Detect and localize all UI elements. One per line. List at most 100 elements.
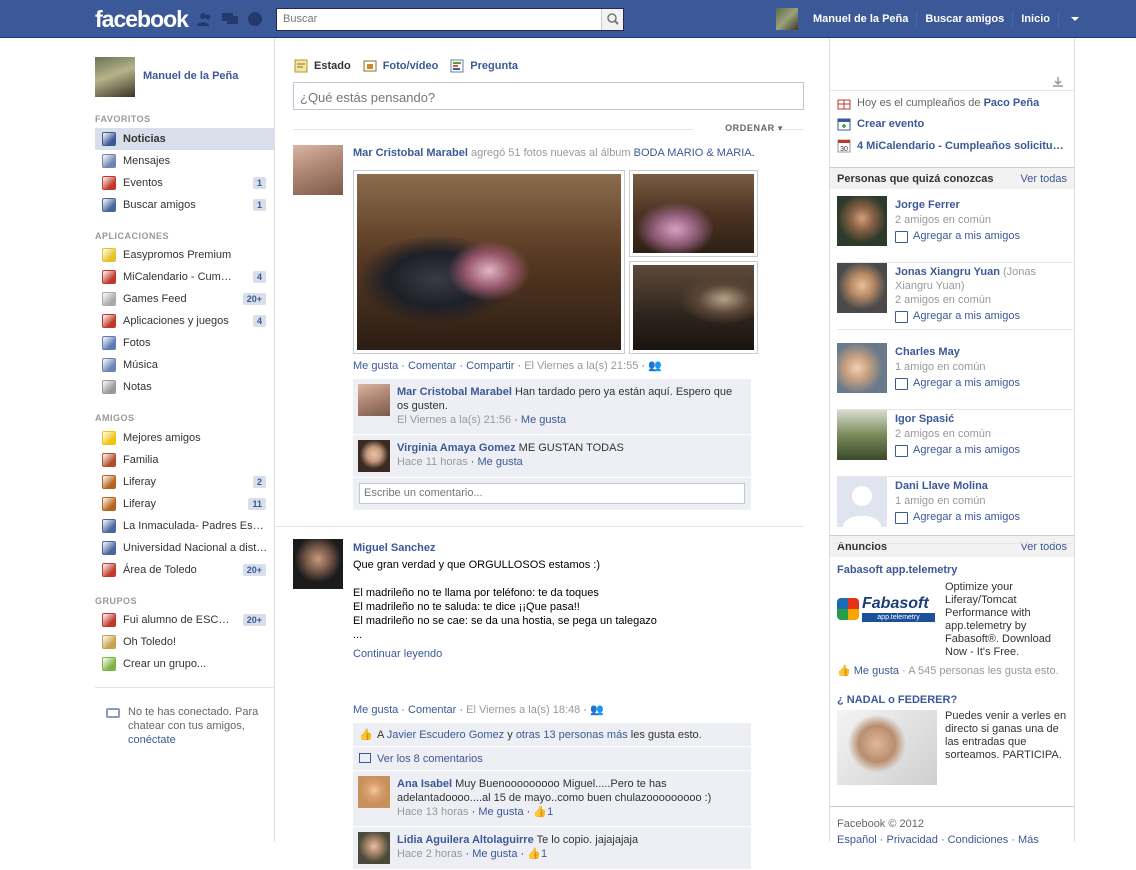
comment-link[interactable]: Comentar <box>408 704 456 716</box>
commenter-name[interactable]: Virginia Amaya Gomez <box>397 442 516 454</box>
person-name[interactable]: Jorge Ferrer <box>895 199 960 211</box>
profile-picture[interactable] <box>95 57 135 97</box>
album-photo-3[interactable] <box>629 261 758 354</box>
footer-links[interactable]: Español · Privacidad · Condiciones · Más <box>837 834 1073 846</box>
audience-friends-icon[interactable]: 👥 <box>648 360 662 372</box>
sidebar-item-favorite[interactable]: Mensajes <box>95 150 274 172</box>
add-friend-link[interactable]: Agregar a mis amigos <box>895 511 1020 524</box>
create-event-row[interactable]: Crear evento <box>837 116 1073 132</box>
status-input[interactable]: ¿Qué estás pensando? <box>293 82 804 110</box>
person-photo[interactable] <box>837 410 887 460</box>
add-friend-link[interactable]: Agregar a mis amigos <box>895 310 1020 323</box>
tab-photo-video[interactable]: Foto/vídeo <box>363 58 438 74</box>
share-link[interactable]: Compartir <box>466 360 514 372</box>
ad-image[interactable] <box>837 710 937 785</box>
account-menu-caret-icon[interactable] <box>1070 17 1079 21</box>
sidebar-item-friend-list[interactable]: Mejores amigos <box>95 427 274 449</box>
profile-name[interactable]: Manuel de la Peña <box>143 70 238 82</box>
ad-title[interactable]: Fabasoft app.telemetry <box>837 564 957 576</box>
view-comments-row[interactable]: Ver los 8 comentarios <box>353 747 751 771</box>
person-photo[interactable] <box>837 263 887 313</box>
calendar-link[interactable]: 4 MiCalendario - Cumpleaños solicitu… <box>857 140 1064 152</box>
birthday-person-link[interactable]: Paco Peña <box>984 97 1040 109</box>
sidebar-item-friend-list[interactable]: Familia <box>95 449 274 471</box>
sidebar-item-app[interactable]: MiCalendario - Cum… 4 <box>95 266 274 288</box>
sidebar-item-app[interactable]: Notas <box>95 376 274 398</box>
sidebar-item-friend-list[interactable]: Área de Toledo 20+ <box>95 559 274 581</box>
tab-question[interactable]: Pregunta <box>450 58 518 74</box>
calendar-row[interactable]: 30 4 MiCalendario - Cumpleaños solicitu… <box>837 138 1073 154</box>
sidebar-item-group[interactable]: Oh Toledo! <box>95 631 274 653</box>
sidebar-profile[interactable]: Manuel de la Peña <box>95 57 238 97</box>
comment-like-link[interactable]: Me gusta <box>478 806 523 818</box>
comment-link[interactable]: Comentar <box>408 360 456 372</box>
person-photo[interactable] <box>837 343 887 393</box>
view-all-comments-link[interactable]: Ver los 8 comentarios <box>377 753 483 765</box>
friend-requests-icon[interactable] <box>197 12 213 26</box>
ad-fabasoft[interactable]: Fabasoft app.telemetry Fabasoft app.tele… <box>837 564 1073 677</box>
sidebar-item-favorite[interactable]: Buscar amigos 1 <box>95 194 274 216</box>
facebook-logo[interactable]: facebook <box>95 6 189 33</box>
album-photo-2[interactable] <box>629 170 758 257</box>
sidebar-item-app[interactable]: Fotos <box>95 332 274 354</box>
ad-like-link[interactable]: Me gusta <box>854 665 899 677</box>
chat-connect-link[interactable]: conéctate <box>128 734 176 746</box>
sidebar-item-friend-list[interactable]: Liferay 2 <box>95 471 274 493</box>
add-friend-link[interactable]: Agregar a mis amigos <box>895 377 1020 390</box>
comment-time[interactable]: Hace 2 horas <box>397 848 462 860</box>
audience-friends-icon[interactable]: 👥 <box>590 704 604 716</box>
ad-title[interactable]: ¿ NADAL o FEDERER? <box>837 694 957 706</box>
download-icon[interactable] <box>1052 76 1064 88</box>
comment-like-link[interactable]: Me gusta <box>521 414 566 426</box>
liker-link[interactable]: Javier Escudero Gomez <box>387 729 504 741</box>
story-author[interactable]: Miguel Sanchez <box>353 542 436 554</box>
person-photo[interactable] <box>837 477 887 527</box>
find-friends-link[interactable]: Buscar amigos <box>917 11 1014 27</box>
mutual-friends[interactable]: 2 amigos en común <box>895 214 991 226</box>
comment-like-link[interactable]: Me gusta <box>478 456 523 468</box>
sidebar-item-app[interactable]: Easypromos Premium <box>95 244 274 266</box>
add-friend-link[interactable]: Agregar a mis amigos <box>895 230 1020 243</box>
story-timestamp[interactable]: El Viernes a la(s) 18:48 <box>466 704 580 716</box>
comment-like-link[interactable]: Me gusta <box>472 848 517 860</box>
like-link[interactable]: Me gusta <box>353 704 398 716</box>
commenter-name[interactable]: Mar Cristobal Marabel <box>397 386 512 398</box>
person-name[interactable]: Jonas Xiangru Yuan <box>895 266 1000 278</box>
mutual-friends[interactable]: 2 amigos en común <box>895 294 991 306</box>
sidebar-item-friend-list[interactable]: La Inmaculada- Padres Es… <box>95 515 274 537</box>
add-friend-link[interactable]: Agregar a mis amigos <box>895 444 1020 457</box>
sidebar-item-friend-list[interactable]: Universidad Nacional a dist… <box>95 537 274 559</box>
sidebar-item-group[interactable]: Crear un grupo... <box>95 653 274 675</box>
sidebar-item-friend-list[interactable]: Liferay 11 <box>95 493 274 515</box>
notifications-globe-icon[interactable] <box>247 12 263 26</box>
commenter-avatar[interactable] <box>358 384 390 416</box>
comment-time[interactable]: Hace 13 horas <box>397 806 469 818</box>
search-input[interactable]: Buscar <box>276 8 624 31</box>
album-photo-main[interactable] <box>353 170 625 354</box>
commenter-avatar[interactable] <box>358 832 390 864</box>
fabasoft-logo[interactable]: Fabasoft app.telemetry <box>837 594 937 624</box>
other-likers-link[interactable]: otras 13 personas más <box>516 729 628 741</box>
write-comment-input[interactable]: Escribe un comentario... <box>359 483 745 504</box>
user-avatar[interactable] <box>776 8 798 30</box>
messages-icon[interactable] <box>222 12 238 26</box>
commenter-avatar[interactable] <box>358 440 390 472</box>
sidebar-item-favorite[interactable]: Noticias <box>95 128 274 150</box>
ad-nadal-federer[interactable]: ¿ NADAL o FEDERER? Puedes venir a verles… <box>837 694 1073 785</box>
mutual-friends[interactable]: 1 amigo en común <box>895 495 986 507</box>
album-link[interactable]: BODA MARIO & MARIA <box>634 147 752 159</box>
person-name[interactable]: Igor Spasić <box>895 413 954 425</box>
profile-link[interactable]: Manuel de la Peña <box>805 11 918 27</box>
comment-likes-count[interactable]: 👍1 <box>527 848 547 860</box>
continue-reading-link[interactable]: Continuar leyendo <box>353 647 804 661</box>
mutual-friends[interactable]: 1 amigo en común <box>895 361 986 373</box>
search-button[interactable] <box>601 9 623 30</box>
person-name[interactable]: Dani Llave Molina <box>895 480 988 492</box>
person-photo[interactable] <box>837 196 887 246</box>
create-event-link[interactable]: Crear evento <box>857 118 924 130</box>
comment-time[interactable]: El Viernes a la(s) 21:56 <box>397 414 511 426</box>
pymk-see-all-link[interactable]: Ver todas <box>1021 168 1067 190</box>
comment-likes-count[interactable]: 👍1 <box>533 806 553 818</box>
story-author-avatar[interactable] <box>293 539 343 589</box>
commenter-name[interactable]: Ana Isabel <box>397 778 452 790</box>
